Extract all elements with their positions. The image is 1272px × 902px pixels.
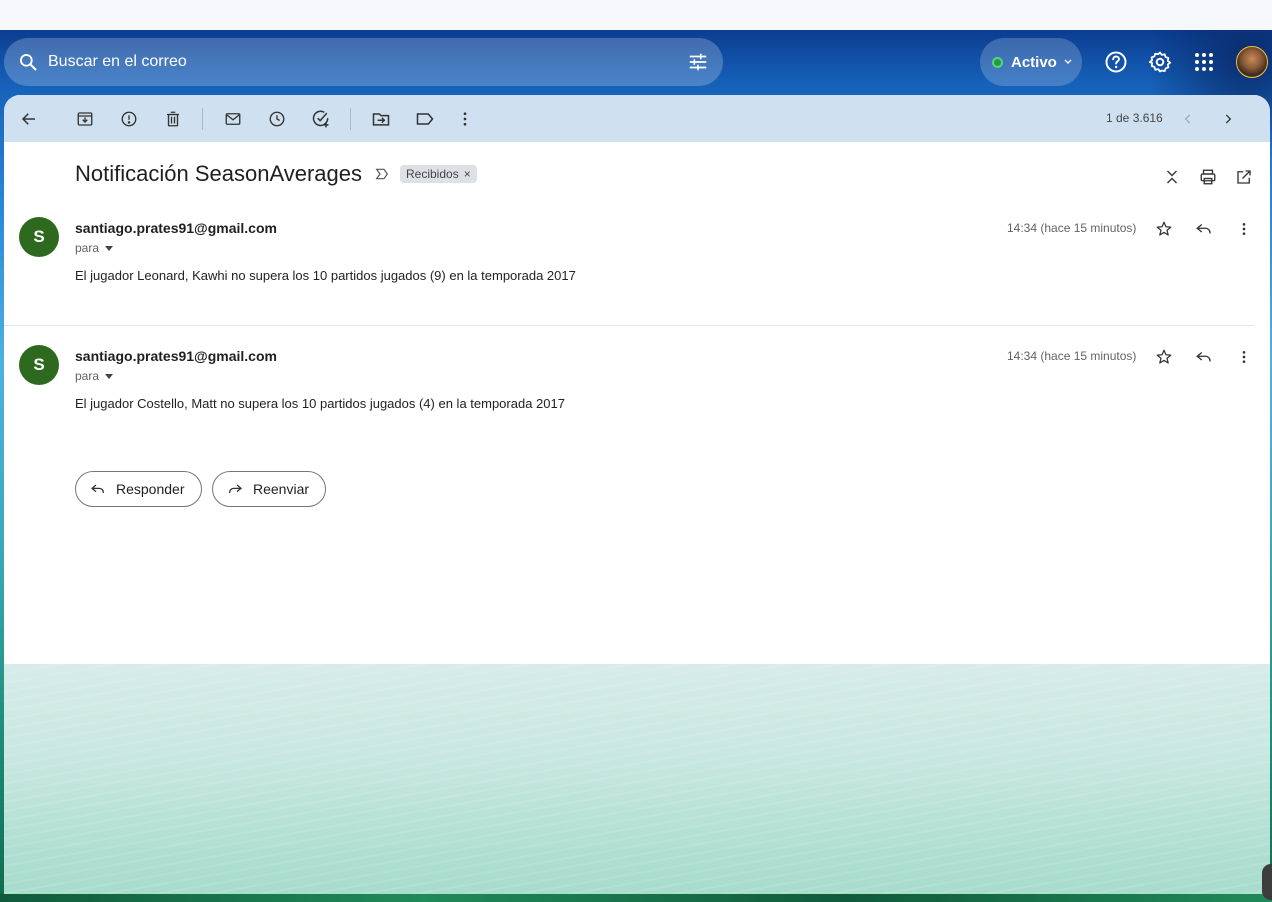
apps-grid-icon[interactable] — [1188, 46, 1220, 78]
search-icon[interactable] — [18, 52, 38, 72]
background-bottom — [0, 894, 1272, 902]
reply-button[interactable]: Responder — [75, 471, 202, 507]
reply-button-label: Responder — [116, 481, 185, 497]
message-time: 14:34 (hace 15 minutos) — [1007, 221, 1137, 235]
importance-marker-icon[interactable] — [374, 166, 390, 182]
message-time: 14:34 (hace 15 minutos) — [1007, 349, 1137, 363]
open-new-window-icon[interactable] — [1232, 165, 1256, 189]
snooze-icon[interactable] — [264, 106, 290, 132]
message-body: El jugador Leonard, Kawhi no supera los … — [75, 268, 576, 283]
thread-subject: Notificación SeasonAverages — [75, 161, 362, 186]
search-options-icon[interactable] — [687, 51, 709, 73]
browser-top-strip — [0, 0, 1272, 30]
star-icon[interactable] — [1152, 217, 1176, 241]
collapse-all-icon[interactable] — [1160, 165, 1184, 189]
remove-label-icon[interactable]: × — [464, 167, 471, 181]
message-toolbar: 1 de 3.616 — [4, 95, 1270, 142]
print-icon[interactable] — [1196, 165, 1220, 189]
move-to-icon[interactable] — [368, 106, 394, 132]
archive-icon[interactable] — [72, 106, 98, 132]
pager-count: 1 de 3.616 — [1106, 111, 1163, 125]
chevron-down-icon — [1063, 57, 1073, 67]
status-button[interactable]: Activo — [980, 38, 1082, 86]
add-task-icon[interactable] — [308, 106, 334, 132]
sender-avatar[interactable]: S — [19, 345, 59, 385]
mark-unread-icon[interactable] — [220, 106, 246, 132]
reply-icon — [90, 481, 106, 497]
back-icon[interactable] — [16, 106, 42, 132]
forward-button[interactable]: Reenviar — [212, 471, 327, 507]
prev-page-icon[interactable] — [1175, 106, 1201, 132]
background-water — [4, 664, 1270, 894]
reply-icon[interactable] — [1192, 345, 1216, 369]
account-avatar[interactable] — [1236, 46, 1268, 78]
recipients-label: para — [75, 369, 100, 383]
scroll-handle[interactable] — [1262, 864, 1272, 900]
subject-row: Notificación SeasonAverages Recibidos × — [75, 161, 477, 187]
more-vert-icon[interactable] — [1232, 217, 1256, 241]
status-dot-icon — [992, 56, 1003, 68]
recipients-toggle[interactable]: para — [75, 241, 114, 255]
delete-icon[interactable] — [160, 106, 186, 132]
message-panel: 1 de 3.616 Notificación SeasonAverages R… — [4, 95, 1270, 664]
recipients-toggle[interactable]: para — [75, 369, 114, 383]
next-page-icon[interactable] — [1215, 106, 1241, 132]
label-chip-text: Recibidos — [406, 167, 459, 181]
star-icon[interactable] — [1152, 345, 1176, 369]
inbox-label-chip[interactable]: Recibidos × — [400, 165, 477, 183]
help-icon[interactable] — [1100, 46, 1132, 78]
sender-email[interactable]: santiago.prates91@gmail.com — [75, 348, 277, 364]
more-vert-icon[interactable] — [1232, 345, 1256, 369]
forward-icon — [227, 481, 243, 497]
forward-button-label: Reenviar — [253, 481, 310, 497]
label-icon[interactable] — [412, 106, 438, 132]
settings-gear-icon[interactable] — [1144, 46, 1176, 78]
search-input[interactable]: Buscar en el correo — [48, 53, 687, 71]
status-label: Activo — [1011, 53, 1057, 71]
toolbar-divider — [202, 108, 203, 130]
sender-email[interactable]: santiago.prates91@gmail.com — [75, 220, 277, 236]
recipients-label: para — [75, 241, 100, 255]
more-vert-icon[interactable] — [452, 106, 478, 132]
caret-down-icon — [105, 373, 114, 379]
caret-down-icon — [105, 245, 114, 251]
toolbar-divider — [350, 108, 351, 130]
report-spam-icon[interactable] — [116, 106, 142, 132]
sender-avatar[interactable]: S — [19, 217, 59, 257]
message-divider — [4, 325, 1254, 326]
reply-icon[interactable] — [1192, 217, 1216, 241]
message-body: El jugador Costello, Matt no supera los … — [75, 396, 565, 411]
search-bar[interactable]: Buscar en el correo — [4, 38, 723, 86]
